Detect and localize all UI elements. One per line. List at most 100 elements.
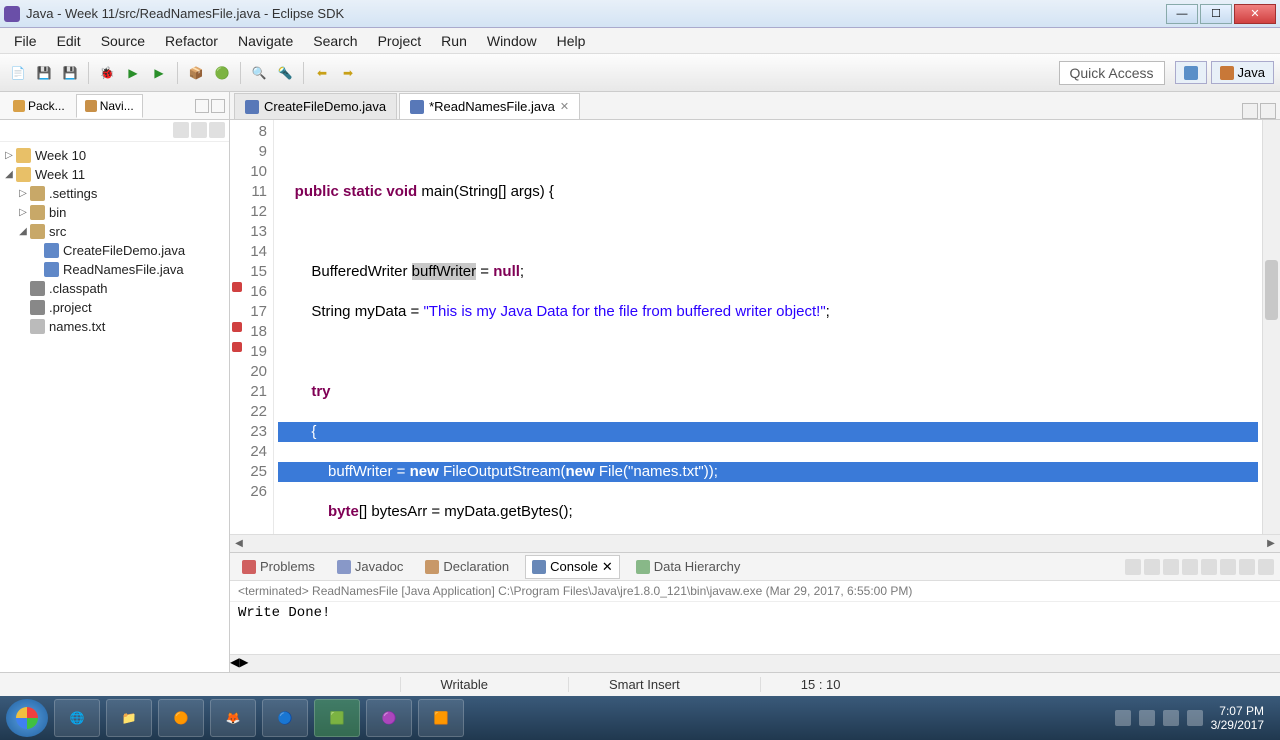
windows-taskbar: 🌐 📁 🟠 🦊 🔵 🟩 🟣 🟧 7:07 PM 3/29/2017 [0, 696, 1280, 740]
close-icon[interactable]: ✕ [560, 100, 569, 113]
remove-launch-button[interactable] [1144, 559, 1160, 575]
tree-bin[interactable]: ▷bin [2, 203, 227, 222]
menu-help[interactable]: Help [549, 29, 594, 53]
run-button[interactable]: ▶ [122, 62, 144, 84]
taskbar-firefox[interactable]: 🦊 [210, 699, 256, 737]
new-class-button[interactable]: 🟢 [211, 62, 233, 84]
open-console-button[interactable] [1258, 559, 1274, 575]
data-hierarchy-tab[interactable]: Data Hierarchy [630, 556, 747, 577]
debug-button[interactable]: 🐞 [96, 62, 118, 84]
tab-readnamesfile[interactable]: *ReadNamesFile.java✕ [399, 93, 580, 119]
tree-readnamesfile[interactable]: ReadNamesFile.java [2, 260, 227, 279]
tray-icon[interactable] [1115, 710, 1131, 726]
minimize-view-button[interactable] [195, 99, 209, 113]
maximize-button[interactable]: ☐ [1200, 4, 1232, 24]
navigator-tab[interactable]: Navi... [76, 94, 143, 118]
terminate-button[interactable] [1125, 559, 1141, 575]
pin-console-button[interactable] [1220, 559, 1236, 575]
collapse-all-button[interactable] [173, 122, 189, 138]
save-button[interactable]: 💾 [33, 62, 55, 84]
clear-console-button[interactable] [1182, 559, 1198, 575]
console-scrollbar[interactable]: ◀▶ [230, 654, 1280, 672]
menu-window[interactable]: Window [479, 29, 545, 53]
close-button[interactable]: ✕ [1234, 4, 1276, 24]
tree-classpath[interactable]: .classpath [2, 279, 227, 298]
forward-button[interactable]: ➡ [337, 62, 359, 84]
vertical-scrollbar[interactable] [1262, 120, 1280, 534]
system-clock[interactable]: 7:07 PM 3/29/2017 [1211, 704, 1264, 732]
tab-label: Console [550, 559, 598, 574]
tree-names-txt[interactable]: names.txt [2, 317, 227, 336]
menu-edit[interactable]: Edit [49, 29, 89, 53]
clock-time: 7:07 PM [1211, 704, 1264, 718]
menu-navigate[interactable]: Navigate [230, 29, 301, 53]
tray-icon[interactable] [1139, 710, 1155, 726]
bottom-panel: Problems Javadoc Declaration Console ✕ D… [230, 552, 1280, 672]
maximize-view-button[interactable] [211, 99, 225, 113]
tree-label: .settings [49, 186, 97, 201]
window-titlebar: Java - Week 11/src/ReadNamesFile.java - … [0, 0, 1280, 28]
menu-source[interactable]: Source [93, 29, 153, 53]
tree-label: .classpath [49, 281, 108, 296]
taskbar-media[interactable]: 🟠 [158, 699, 204, 737]
tray-icon[interactable] [1163, 710, 1179, 726]
start-button[interactable] [6, 699, 48, 737]
remove-all-button[interactable] [1163, 559, 1179, 575]
status-bar: Writable Smart Insert 15 : 10 [0, 672, 1280, 696]
code-body[interactable]: public static void main(String[] args) {… [274, 120, 1262, 534]
close-icon[interactable]: ✕ [602, 559, 613, 575]
quick-access-input[interactable]: Quick Access [1059, 61, 1165, 85]
java-perspective-button[interactable]: Java [1211, 61, 1274, 84]
status-writable: Writable [400, 677, 528, 692]
taskbar-explorer[interactable]: 📁 [106, 699, 152, 737]
code-editor[interactable]: 891011121314151617181920212223242526 pub… [230, 120, 1280, 534]
error-marker-icon[interactable] [232, 322, 242, 332]
console-output[interactable]: Write Done! [230, 602, 1280, 654]
new-button[interactable]: 📄 [7, 62, 29, 84]
open-perspective-button[interactable] [1175, 61, 1207, 84]
declaration-tab[interactable]: Declaration [419, 556, 515, 577]
maximize-editor-button[interactable] [1260, 103, 1276, 119]
error-marker-icon[interactable] [232, 342, 242, 352]
console-header: <terminated> ReadNamesFile [Java Applica… [230, 581, 1280, 602]
menu-run[interactable]: Run [433, 29, 475, 53]
tree-project[interactable]: .project [2, 298, 227, 317]
save-all-button[interactable]: 💾 [59, 62, 81, 84]
open-type-button[interactable]: 🔍 [248, 62, 270, 84]
menu-search[interactable]: Search [305, 29, 365, 53]
link-editor-button[interactable] [191, 122, 207, 138]
scroll-lock-button[interactable] [1201, 559, 1217, 575]
menu-file[interactable]: File [6, 29, 45, 53]
tree-week11[interactable]: ◢Week 11 [2, 165, 227, 184]
tree-settings[interactable]: ▷.settings [2, 184, 227, 203]
error-marker-icon[interactable] [232, 282, 242, 292]
javadoc-tab[interactable]: Javadoc [331, 556, 409, 577]
tree-week10[interactable]: ▷Week 10 [2, 146, 227, 165]
minimize-button[interactable]: — [1166, 4, 1198, 24]
console-tab[interactable]: Console ✕ [525, 555, 620, 579]
line-gutter: 891011121314151617181920212223242526 [230, 120, 274, 534]
tab-label: Data Hierarchy [654, 559, 741, 574]
search-button[interactable]: 🔦 [274, 62, 296, 84]
taskbar-app[interactable]: 🟧 [418, 699, 464, 737]
tab-label: CreateFileDemo.java [264, 99, 386, 114]
package-explorer-tab[interactable]: Pack... [4, 94, 74, 118]
taskbar-ie[interactable]: 🌐 [54, 699, 100, 737]
display-console-button[interactable] [1239, 559, 1255, 575]
horizontal-scrollbar[interactable]: ◀▶ [230, 534, 1280, 552]
taskbar-camtasia[interactable]: 🟩 [314, 699, 360, 737]
taskbar-chrome[interactable]: 🔵 [262, 699, 308, 737]
back-button[interactable]: ⬅ [311, 62, 333, 84]
tree-createfiledemo[interactable]: CreateFileDemo.java [2, 241, 227, 260]
taskbar-eclipse[interactable]: 🟣 [366, 699, 412, 737]
menu-refactor[interactable]: Refactor [157, 29, 226, 53]
tab-createfiledemo[interactable]: CreateFileDemo.java [234, 93, 397, 119]
new-package-button[interactable]: 📦 [185, 62, 207, 84]
view-menu-button[interactable] [209, 122, 225, 138]
problems-tab[interactable]: Problems [236, 556, 321, 577]
tree-src[interactable]: ◢src [2, 222, 227, 241]
tray-icon[interactable] [1187, 710, 1203, 726]
minimize-editor-button[interactable] [1242, 103, 1258, 119]
run-last-button[interactable]: ▶ [148, 62, 170, 84]
menu-project[interactable]: Project [370, 29, 430, 53]
